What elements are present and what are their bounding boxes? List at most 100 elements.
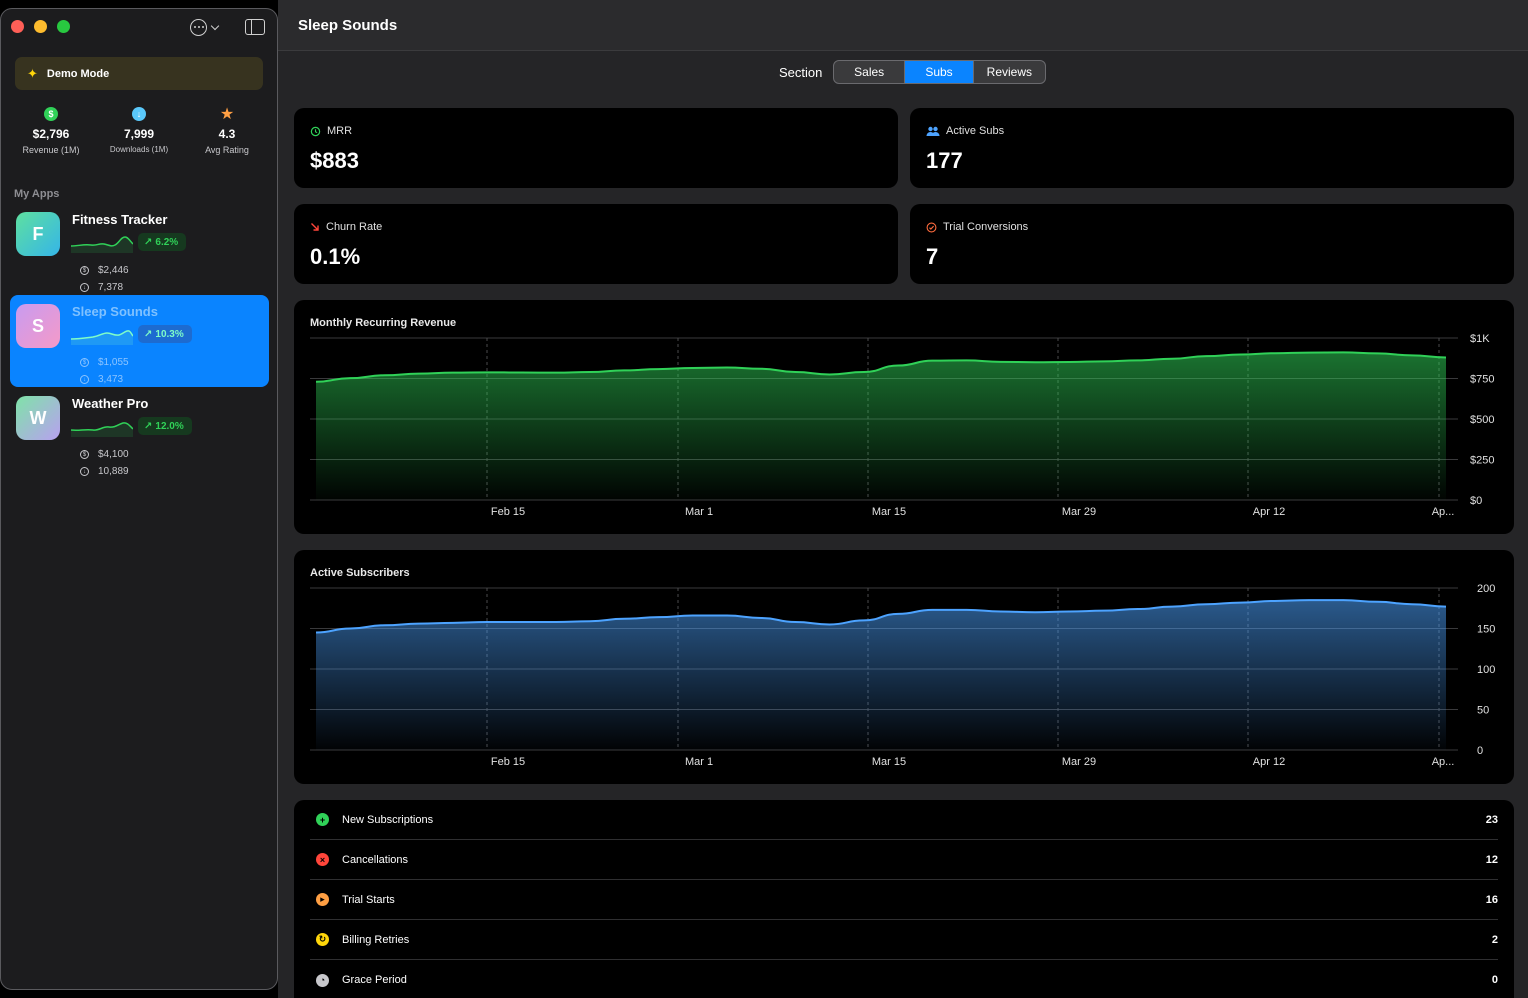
app-downloads: ↓ 10,889 xyxy=(80,466,129,477)
list-item[interactable]: × Cancellations 12 xyxy=(310,840,1498,880)
stat-label: Downloads (1M) xyxy=(109,145,169,154)
dollar-icon: $ xyxy=(80,266,89,275)
window-close-button[interactable] xyxy=(11,20,24,33)
section-picker-label: Section xyxy=(779,65,823,80)
metric-label: Churn Rate xyxy=(310,221,382,233)
mrr-icon xyxy=(310,126,321,136)
list-item[interactable]: ▸ Trial Starts 16 xyxy=(310,880,1498,920)
series-area xyxy=(316,352,1446,500)
sparkline-icon xyxy=(71,330,133,345)
metric-label: Trial Conversions xyxy=(926,221,1028,233)
stat-value: 4.3 xyxy=(218,127,236,141)
page-title: Sleep Sounds xyxy=(298,17,398,34)
ellipsis-icon xyxy=(190,18,207,36)
app-revenue: $ $1,055 xyxy=(80,357,129,368)
app-row-fitness-tracker[interactable]: F Fitness Tracker ↗ 6.2% $ $2,446 ↓ 7,378 xyxy=(10,203,269,295)
event-value: 12 xyxy=(1485,853,1498,866)
event-value: 2 xyxy=(1491,933,1498,946)
app-downloads-value: 3,473 xyxy=(98,374,124,385)
title-bar: Sleep Sounds xyxy=(278,0,1528,51)
growth-badge: ↗ 6.2% xyxy=(138,233,187,251)
summary-stats: $ $2,796 Revenue (1M) ↓ 7,999 Downloads … xyxy=(1,106,277,163)
main-content: Sleep Sounds Section Sales Subs Reviews … xyxy=(278,0,1528,998)
arrow-down-right-icon xyxy=(311,223,319,231)
more-menu-button[interactable] xyxy=(190,18,222,36)
section-tab-reviews[interactable]: Reviews xyxy=(974,61,1045,83)
y-tick-label: $750 xyxy=(1470,374,1494,386)
y-tick-label: $500 xyxy=(1470,414,1494,426)
sidebar-toggle-button[interactable] xyxy=(245,19,265,35)
x-tick-label: Mar 1 xyxy=(685,756,713,768)
section-tab-subs[interactable]: Subs xyxy=(905,61,974,83)
metric-card-active-subs: Active Subs 177 xyxy=(910,108,1514,188)
list-item[interactable]: ↻ Billing Retries 2 xyxy=(310,920,1498,960)
app-row-sleep-sounds[interactable]: S Sleep Sounds ↗ 10.3% $ $1,055 ↓ 3,473 xyxy=(10,295,269,387)
growth-value: 12.0% xyxy=(155,420,184,432)
stat-value: $2,796 xyxy=(32,127,70,141)
metric-value: $883 xyxy=(310,148,359,173)
retry-circle-icon: ↻ xyxy=(316,933,329,946)
growth-badge: ↗ 12.0% xyxy=(138,417,192,435)
app-row-weather-pro[interactable]: W Weather Pro ↗ 12.0% $ $4,100 ↓ 10,889 xyxy=(10,387,269,479)
stat-label: Revenue (1M) xyxy=(22,145,80,155)
app-downloads: ↓ 3,473 xyxy=(80,374,123,385)
arrow-up-right-icon: ↗ xyxy=(144,328,153,340)
app-revenue: $ $2,446 xyxy=(80,265,129,276)
dollar-icon: $ xyxy=(44,107,58,121)
y-tick-label: $0 xyxy=(1470,495,1482,507)
dollar-icon: $ xyxy=(80,450,89,459)
app-icon: F xyxy=(16,212,60,256)
stat-value: 7,999 xyxy=(123,127,155,141)
section-picker: Sales Subs Reviews xyxy=(833,60,1046,84)
active-subscribers-chart-card: Active Subscribers 0 50 100 150 200 Feb 15 Mar… xyxy=(294,550,1514,784)
app-revenue-value: $2,446 xyxy=(98,265,129,276)
clock-icon: ◔ xyxy=(316,973,329,987)
download-icon: ↓ xyxy=(80,467,89,476)
metric-card-churn-rate: Churn Rate 0.1% xyxy=(294,204,898,284)
download-icon: ↓ xyxy=(132,107,146,121)
y-tick-label: $1K xyxy=(1470,333,1490,345)
event-label: Billing Retries xyxy=(342,933,410,946)
window-minimize-button[interactable] xyxy=(34,20,47,33)
x-tick-label: Apr 12 xyxy=(1253,506,1285,518)
sparkline-icon xyxy=(71,422,133,437)
metric-label: MRR xyxy=(310,125,352,137)
metric-value: 0.1% xyxy=(310,244,361,269)
x-tick-label: Apr 12 xyxy=(1253,756,1285,768)
section-tab-sales[interactable]: Sales xyxy=(834,61,906,83)
stat-revenue: $ $2,796 Revenue (1M) xyxy=(6,107,96,155)
sparkline-icon xyxy=(71,236,133,253)
sparkles-icon: ✦ xyxy=(27,65,38,81)
metric-label: Active Subs xyxy=(926,125,1004,137)
metric-label-text: Active Subs xyxy=(946,125,1005,137)
x-tick-label: Mar 15 xyxy=(872,756,906,768)
metric-label-text: Churn Rate xyxy=(326,221,383,233)
arrow-up-right-icon: ↗ xyxy=(144,236,153,248)
x-tick-label: Mar 29 xyxy=(1062,506,1096,518)
x-tick-label: Feb 15 xyxy=(491,756,525,768)
y-tick-label: 50 xyxy=(1477,705,1489,717)
y-tick-label: 100 xyxy=(1477,664,1495,676)
app-icon: S xyxy=(16,304,60,348)
list-item[interactable]: + New Subscriptions 23 xyxy=(310,800,1498,840)
mrr-chart: $0 $250 $500 $750 $1K Feb 15 Mar 1 Mar 15 Mar 29… xyxy=(310,333,1494,518)
event-value: 16 xyxy=(1485,893,1498,906)
list-item[interactable]: ◔ Grace Period 0 xyxy=(310,960,1498,998)
metric-label-text: Trial Conversions xyxy=(943,221,1029,233)
x-tick-label: Feb 15 xyxy=(491,506,525,518)
subscription-events-list: + New Subscriptions 23 × Cancellations 1… xyxy=(294,800,1514,998)
app-name: Weather Pro xyxy=(72,396,149,411)
y-tick-label: 200 xyxy=(1477,583,1495,595)
metric-value: 7 xyxy=(926,244,939,269)
app-revenue: $ $4,100 xyxy=(80,449,129,460)
metric-card-trial-conversions: Trial Conversions 7 xyxy=(910,204,1514,284)
event-value: 23 xyxy=(1485,813,1498,826)
demo-mode-banner[interactable]: ✦ Demo Mode xyxy=(15,57,263,90)
window-zoom-button[interactable] xyxy=(57,20,70,33)
star-icon: ★ xyxy=(219,106,235,123)
growth-value: 6.2% xyxy=(155,236,179,248)
app-downloads-value: 10,889 xyxy=(98,466,129,477)
event-value: 0 xyxy=(1491,974,1498,986)
stat-downloads: ↓ 7,999 Downloads (1M) xyxy=(94,107,184,154)
stat-rating: ★ 4.3 Avg Rating xyxy=(182,106,272,156)
